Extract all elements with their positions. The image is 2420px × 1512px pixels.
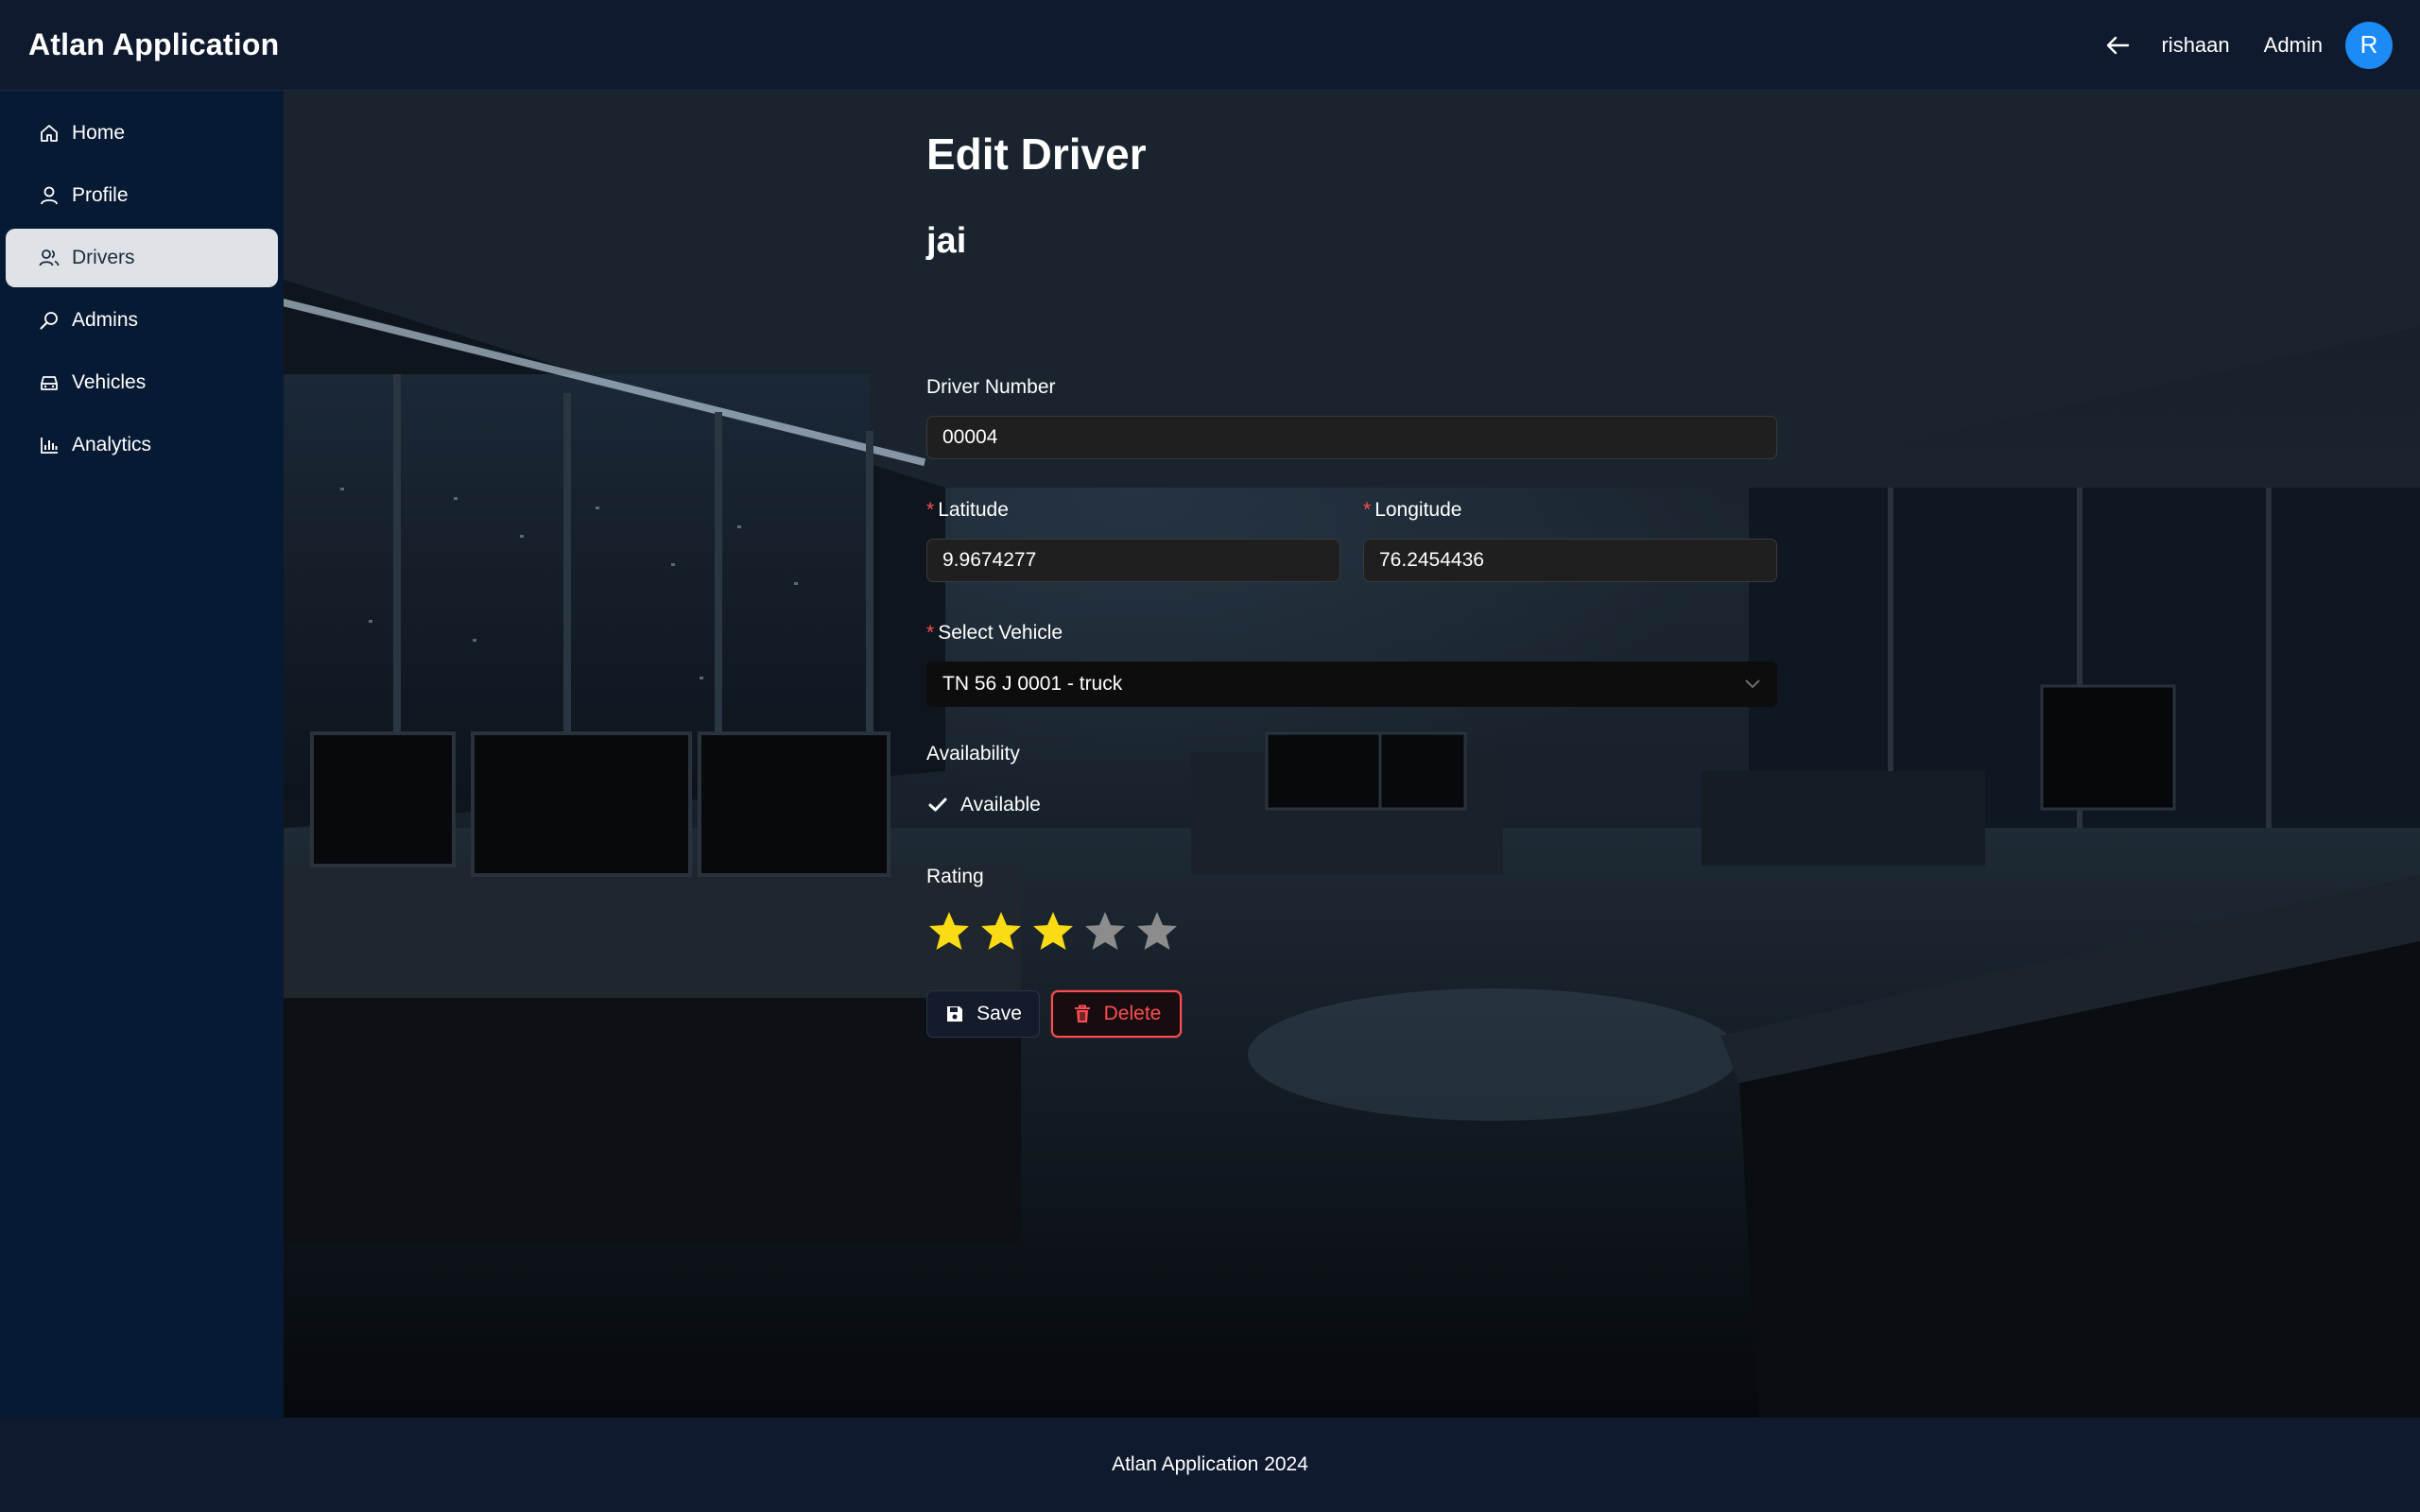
latitude-input[interactable] <box>926 539 1340 582</box>
sidebar-item-admins[interactable]: Admins <box>6 291 278 350</box>
arrow-left-icon[interactable] <box>2099 26 2136 64</box>
sidebar: Home Profile Drivers Admins Vehicles Ana… <box>0 91 284 1418</box>
delete-button-label: Delete <box>1103 1003 1162 1024</box>
driver-number-label: Driver Number <box>926 376 1056 398</box>
users-icon <box>38 247 60 269</box>
required-marker: * <box>1363 499 1372 521</box>
sidebar-item-analytics[interactable]: Analytics <box>6 416 278 474</box>
user-role: Admin <box>2263 32 2323 57</box>
app-title: Atlan Application <box>28 27 280 61</box>
sidebar-item-drivers[interactable]: Drivers <box>6 229 278 287</box>
search-user-icon <box>38 309 60 332</box>
footer-text: Atlan Application 2024 <box>1112 1453 1308 1475</box>
office-background-image <box>284 91 2420 1418</box>
sidebar-item-label: Analytics <box>72 434 152 455</box>
page-title: Edit Driver <box>926 129 1147 179</box>
sidebar-item-label: Vehicles <box>72 371 147 393</box>
save-icon <box>944 1004 965 1024</box>
longitude-label: * Longitude <box>1363 499 1461 522</box>
user-name[interactable]: rishaan <box>2161 33 2229 58</box>
availability-label: Availability <box>926 743 1020 765</box>
latitude-label-text: Latitude <box>938 499 1009 521</box>
driver-name-heading: jai <box>926 221 967 261</box>
delete-button[interactable]: Delete <box>1051 990 1182 1038</box>
available-checkbox-label: Available <box>960 794 1041 816</box>
trash-icon <box>1072 1004 1093 1024</box>
car-icon <box>38 371 60 394</box>
footer: Atlan Application 2024 <box>0 1418 2420 1512</box>
required-marker: * <box>926 622 935 644</box>
star-filled-icon[interactable] <box>978 909 1024 954</box>
driver-number-input[interactable] <box>926 416 1777 459</box>
star-empty-icon[interactable] <box>1082 909 1128 954</box>
bar-chart-icon <box>38 434 60 456</box>
sidebar-item-label: Profile <box>72 184 129 206</box>
latitude-label: * Latitude <box>926 499 1009 522</box>
vehicle-select-value: TN 56 J 0001 - truck <box>942 673 1123 695</box>
sidebar-item-label: Home <box>72 122 126 144</box>
sidebar-item-profile[interactable]: Profile <box>6 166 278 225</box>
rating-stars[interactable] <box>926 909 1186 954</box>
save-button-label: Save <box>977 1003 1022 1024</box>
chevron-down-icon <box>1744 673 1761 696</box>
save-button[interactable]: Save <box>926 990 1040 1038</box>
check-icon[interactable] <box>926 794 949 816</box>
longitude-label-text: Longitude <box>1374 499 1462 521</box>
sidebar-item-vehicles[interactable]: Vehicles <box>6 353 278 412</box>
rating-label: Rating <box>926 866 984 887</box>
star-filled-icon[interactable] <box>926 909 972 954</box>
select-vehicle-label-text: Select Vehicle <box>938 622 1063 644</box>
avatar[interactable]: R <box>2345 21 2393 69</box>
header-user-area: rishaan Admin R <box>2099 21 2393 69</box>
home-icon <box>38 122 60 145</box>
sidebar-item-label: Drivers <box>72 247 135 268</box>
required-marker: * <box>926 499 935 521</box>
main-content: Edit Driver jai Driver Number *Latitude … <box>284 91 2420 1418</box>
star-empty-icon[interactable] <box>1134 909 1180 954</box>
vehicle-select[interactable]: TN 56 J 0001 - truck <box>926 662 1777 707</box>
available-checkbox[interactable]: Available <box>926 794 1041 816</box>
longitude-input[interactable] <box>1363 539 1777 582</box>
top-header: Atlan Application rishaan Admin R <box>0 0 2420 91</box>
star-filled-icon[interactable] <box>1030 909 1076 954</box>
sidebar-item-home[interactable]: Home <box>6 104 278 163</box>
user-icon <box>38 184 60 207</box>
select-vehicle-label: * Select Vehicle <box>926 622 1063 644</box>
sidebar-item-label: Admins <box>72 309 139 331</box>
